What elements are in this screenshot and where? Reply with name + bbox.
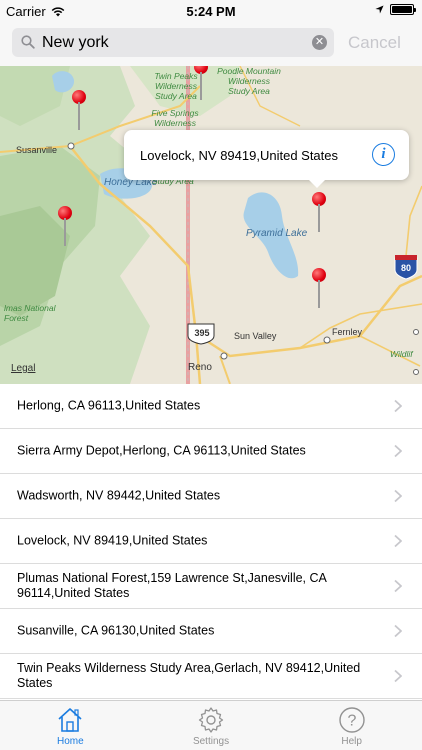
- location-arrow-icon: [375, 5, 384, 14]
- list-item-label: Wadsworth, NV 89442,United States: [17, 488, 221, 503]
- interstate-80-label: 80: [400, 263, 411, 273]
- results-list: Herlong, CA 96113,United States Sierra A…: [0, 384, 422, 700]
- list-item-label: Lovelock, NV 89419,United States: [17, 533, 208, 548]
- chevron-right-icon: [394, 489, 402, 503]
- chevron-right-icon: [394, 399, 402, 413]
- list-item[interactable]: Wadsworth, NV 89442,United States: [0, 474, 422, 519]
- search-icon: [21, 35, 35, 49]
- map-pin-icon[interactable]: [72, 90, 86, 134]
- list-item[interactable]: Lovelock, NV 89419,United States: [0, 519, 422, 564]
- list-item[interactable]: Sierra Army Depot,Herlong, CA 96113,Unit…: [0, 429, 422, 474]
- search-input[interactable]: [42, 28, 312, 57]
- map-pin-icon[interactable]: [312, 192, 326, 236]
- highway-395-label: 395: [194, 328, 210, 338]
- status-bar: Carrier 5:24 PM: [0, 0, 422, 22]
- chevron-right-icon: [394, 624, 402, 638]
- list-item-label: Herlong, CA 96113,United States: [17, 398, 201, 413]
- map-label-susanville: Susanville: [16, 145, 58, 155]
- tab-help-label: Help: [341, 736, 362, 747]
- list-item-label: Sierra Army Depot,Herlong, CA 96113,Unit…: [17, 443, 306, 458]
- map-label-pyramid-lake: Pyramid Lake: [246, 228, 308, 239]
- list-item[interactable]: Plumas National Forest,159 Lawrence St,J…: [0, 564, 422, 609]
- chevron-right-icon: [394, 669, 402, 683]
- list-item[interactable]: Twin Peaks Wilderness Study Area,Gerlach…: [0, 654, 422, 699]
- list-item-label: Twin Peaks Wilderness Study Area,Gerlach…: [17, 661, 361, 690]
- map-pin-icon[interactable]: [58, 206, 72, 250]
- map-label-fernley: Fernley: [332, 327, 363, 337]
- chevron-right-icon: [394, 579, 402, 593]
- tab-bar: Home Settings ? Help: [0, 700, 422, 750]
- svg-text:?: ?: [347, 713, 356, 730]
- status-time: 5:24 PM: [186, 4, 236, 19]
- battery-fill: [392, 6, 412, 13]
- map-label-plumas: lmas National Forest: [4, 303, 56, 323]
- map-view[interactable]: Susanville Honey Lake Pyramid Lake Sun V…: [0, 66, 422, 384]
- list-item-label: Plumas National Forest,159 Lawrence St,J…: [17, 571, 327, 600]
- list-item[interactable]: Herlong, CA 96113,United States: [0, 384, 422, 429]
- status-right: [375, 4, 416, 15]
- cancel-button[interactable]: Cancel: [348, 33, 401, 53]
- info-icon[interactable]: i: [372, 143, 395, 166]
- gear-icon: [198, 707, 224, 733]
- home-icon: [58, 708, 82, 732]
- map-label-wildlife: Wildlif: [390, 349, 413, 359]
- tab-settings-label: Settings: [192, 736, 230, 747]
- map-label-reno: Reno: [188, 362, 212, 373]
- search-bar: ✕ Cancel: [0, 22, 422, 66]
- battery-icon: [390, 4, 416, 15]
- legal-link[interactable]: Legal: [11, 363, 35, 374]
- map-pin-icon[interactable]: [312, 268, 326, 312]
- map-label-poodle-mountain: Poodle Mountain Wilderness Study Area: [217, 66, 281, 96]
- tab-help[interactable]: ? Help: [281, 701, 422, 750]
- map-label-five-springs: Five Springs Wilderness: [151, 108, 199, 128]
- tab-settings[interactable]: Settings: [141, 701, 282, 750]
- help-icon: ?: [338, 707, 365, 733]
- list-item-label: Susanville, CA 96130,United States: [17, 623, 215, 638]
- list-item[interactable]: Susanville, CA 96130,United States: [0, 609, 422, 654]
- tab-home[interactable]: Home: [0, 701, 141, 750]
- clear-search-button[interactable]: ✕: [312, 35, 327, 50]
- callout-address: Lovelock, NV 89419,United States: [140, 148, 339, 163]
- tab-home-label: Home: [56, 736, 84, 747]
- chevron-right-icon: [394, 534, 402, 548]
- map-callout[interactable]: Lovelock, NV 89419,United States i: [124, 130, 409, 188]
- search-field[interactable]: ✕: [12, 28, 334, 57]
- map-pin-icon[interactable]: [194, 66, 208, 104]
- map-label-sun-valley: Sun Valley: [234, 331, 277, 341]
- chevron-right-icon: [394, 444, 402, 458]
